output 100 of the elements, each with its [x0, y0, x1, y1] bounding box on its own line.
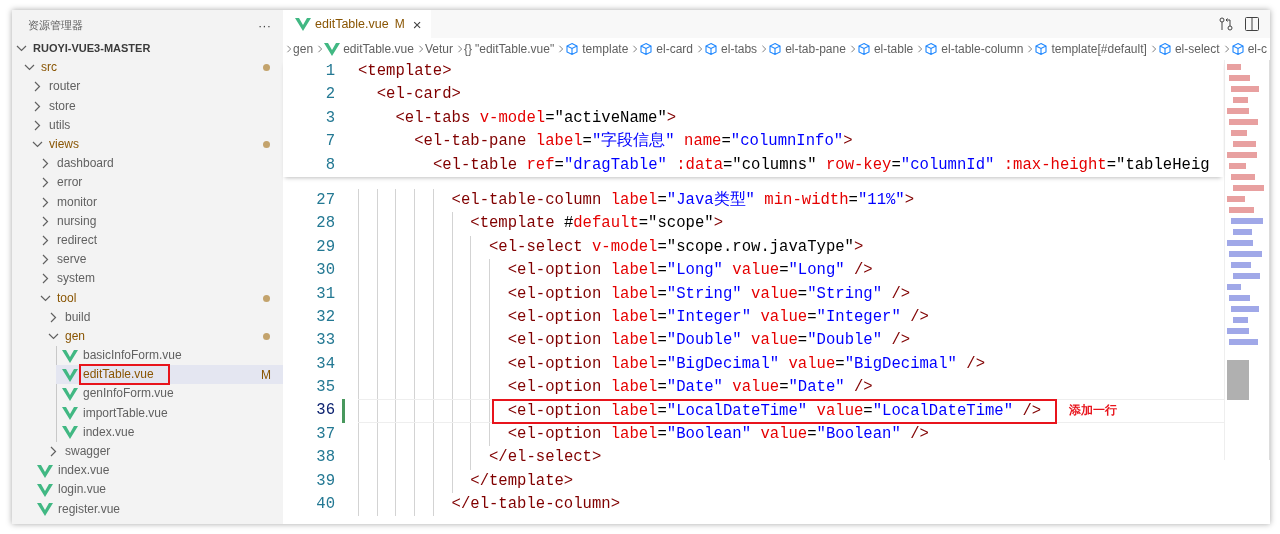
chevron-right-icon: [696, 43, 705, 55]
code-line: <el-option label="Integer" value="Integer" />: [507, 306, 929, 328]
code-line: <el-card>: [376, 84, 461, 106]
chevron-right-icon: [848, 43, 857, 55]
file-item[interactable]: register.vue: [12, 499, 283, 519]
line-number: 33: [315, 330, 335, 352]
chevron-right-icon: [416, 43, 425, 55]
breadcrumb-item[interactable]: el-c: [1230, 42, 1267, 56]
code-line: <el-option label="Date" value="Date" />: [507, 377, 873, 399]
folder-item[interactable]: router: [12, 77, 283, 97]
code-line: <el-option label="LocalDateTime" value="LocalDateTime" />: [493, 400, 1056, 422]
chevron-right-icon: [285, 43, 294, 55]
editor-tab[interactable]: editTable.vue M ×: [283, 10, 432, 38]
line-number: 2: [324, 84, 335, 106]
file-item[interactable]: editTable.vue M: [56, 365, 283, 385]
line-number: 31: [315, 283, 335, 305]
chevron-right-icon: [1222, 43, 1231, 55]
breadcrumb-item[interactable]: Vetur: [424, 42, 453, 56]
code-line: </el-select>: [489, 447, 602, 469]
annotation-text: 添加一行: [1069, 402, 1118, 420]
folder-item[interactable]: RUOYI-VUE3-MASTER: [12, 39, 283, 59]
file-item[interactable]: index.vue: [12, 461, 283, 481]
breadcrumb-item[interactable]: el-table: [856, 42, 914, 56]
line-number: 35: [315, 377, 335, 399]
line-number: 38: [315, 447, 335, 469]
line-number: 39: [315, 470, 335, 492]
chevron-right-icon: [760, 43, 769, 55]
line-number: 34: [315, 353, 335, 375]
git-status-text: M: [394, 17, 405, 31]
breadcrumb-item[interactable]: el-tab-pane: [768, 42, 846, 56]
folder-item[interactable]: dashboard: [12, 154, 283, 174]
cube-icon: [924, 42, 939, 56]
modified-dot: [263, 141, 270, 149]
code-line: <el-option label="BigDecimal" value="BigDecimal" />: [507, 353, 985, 375]
folder-item[interactable]: swagger: [12, 441, 283, 462]
modified-line-marker: [342, 399, 345, 423]
line-number: 7: [324, 131, 335, 153]
breadcrumb-item[interactable]: template: [565, 42, 629, 56]
code-line: <el-option label="Long" value="Long" />: [507, 260, 873, 282]
line-number: 3: [324, 107, 335, 129]
close-icon[interactable]: ×: [412, 15, 422, 33]
breadcrumb-item[interactable]: el-select: [1157, 42, 1220, 56]
folder-item[interactable]: serve: [12, 250, 283, 270]
folder-item[interactable]: redirect: [12, 230, 283, 251]
line-number: 8: [324, 154, 335, 176]
vue-icon: [295, 17, 311, 31]
code-line: <el-option label="String" value="String" />: [507, 283, 911, 305]
folder-item[interactable]: tool: [12, 288, 283, 308]
breadcrumb-item[interactable]: editTable.vue: [324, 42, 414, 56]
folder-item[interactable]: src: [12, 58, 283, 78]
code-line: <el-table-column label="Java类型" min-width="11%">: [451, 189, 915, 211]
vue-icon: [37, 463, 53, 478]
compare-changes-icon[interactable]: [1218, 16, 1234, 32]
code-line: <el-tabs v-model="activeName">: [395, 107, 677, 129]
folder-item[interactable]: gen: [12, 326, 283, 346]
file-item[interactable]: login.vue: [12, 480, 283, 500]
line-number: 29: [315, 236, 335, 258]
vue-icon: [37, 502, 53, 517]
chevron-right-icon: [631, 43, 640, 55]
code-line: <el-select v-model="scope.row.javaType">: [489, 236, 864, 258]
breadcrumb-item[interactable]: el-table-column: [924, 42, 1024, 56]
breadcrumb-item[interactable]: el-tabs: [704, 42, 758, 56]
breadcrumb-item[interactable]: {} "editTable.vue": [463, 42, 555, 56]
code-line: <el-option label="Boolean" value="Boolean" />: [507, 423, 929, 445]
chevron-right-icon: [1149, 43, 1158, 55]
vue-icon: [324, 42, 341, 56]
cube-icon: [1230, 42, 1245, 56]
line-number: 36: [315, 400, 335, 422]
folder-item[interactable]: system: [12, 269, 283, 289]
folder-item[interactable]: views: [12, 134, 283, 155]
modified-dot: [263, 332, 270, 340]
line-number: 37: [315, 423, 335, 445]
breadcrumb-item[interactable]: gen: [293, 42, 314, 56]
vue-icon: [62, 367, 78, 382]
folder-item[interactable]: monitor: [12, 192, 283, 212]
git-status-text: M: [261, 367, 271, 382]
line-number: 30: [315, 260, 335, 282]
cube-icon: [856, 42, 871, 56]
code-line: <template>: [358, 61, 452, 82]
cube-icon: [704, 42, 719, 56]
folder-item[interactable]: nursing: [12, 211, 283, 231]
cube-icon: [1034, 42, 1049, 56]
folder-item[interactable]: error: [12, 173, 283, 193]
modified-dot: [263, 294, 270, 302]
cube-icon: [1157, 42, 1172, 56]
file-item[interactable]: index.vue: [56, 422, 283, 442]
code-line: </template>: [470, 470, 574, 492]
split-editor-icon[interactable]: [1244, 16, 1260, 32]
file-item[interactable]: basicInfoForm.vue: [56, 346, 283, 366]
folder-item[interactable]: utils: [12, 115, 283, 135]
file-item[interactable]: importTable.vue: [56, 403, 283, 423]
folder-item[interactable]: store: [12, 96, 283, 116]
line-number: 27: [315, 189, 335, 211]
modified-dot: [263, 64, 270, 72]
file-item[interactable]: genInfoForm.vue: [56, 384, 283, 404]
line-number: 40: [315, 494, 335, 516]
folder-item[interactable]: build: [12, 307, 283, 327]
breadcrumb-item[interactable]: template[#default]: [1034, 42, 1147, 56]
breadcrumb-item[interactable]: el-card: [639, 42, 694, 56]
cube-icon: [565, 42, 580, 56]
